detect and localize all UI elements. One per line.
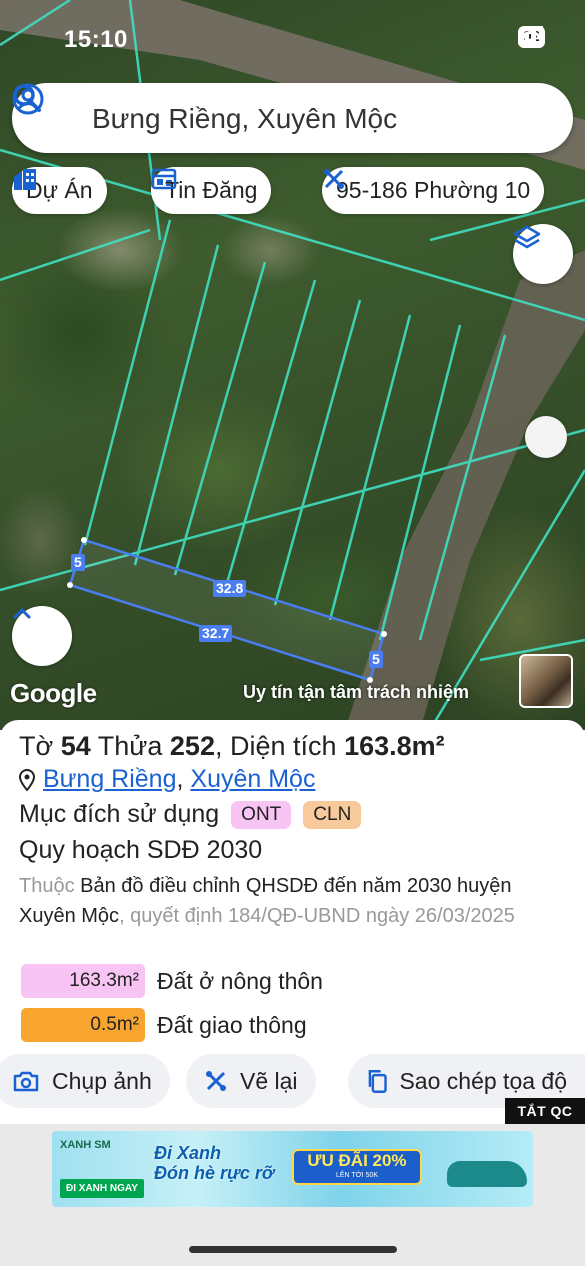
search-bar[interactable]: Bưng Riềng, Xuyên Mộc (12, 83, 573, 153)
chip-du-an[interactable]: Dự Án (12, 167, 107, 214)
purpose-tag-ont[interactable]: ONT (231, 800, 292, 829)
purpose-tag-cln[interactable]: CLN (303, 800, 362, 829)
dimension-top: 32.8 (213, 580, 247, 597)
dimension-left: 5 (71, 554, 85, 571)
land-use-area: 0.5m² (21, 1008, 145, 1042)
ad-promo: ƯU ĐÃI 20% LÊN TỚI 50K (292, 1149, 422, 1185)
home-indicator[interactable] (189, 1246, 397, 1253)
purpose-label: Mục đích sử dụng (19, 800, 220, 828)
plan-description: Thuộc Bản đồ điều chỉnh QHSDĐ đến năm 20… (19, 875, 515, 927)
map-handle[interactable] (525, 416, 567, 458)
land-use-row: 163.3m² Đất ở nông thôn (21, 964, 323, 998)
ad-car-image (447, 1161, 527, 1187)
parcel-location: Bưng Riềng, Xuyên Mộc (19, 765, 315, 794)
parcel-title: Tờ 54 Thửa 252, Diện tích 163.8m² (19, 731, 445, 761)
copy-icon (368, 1070, 387, 1093)
expand-up-button[interactable] (12, 606, 72, 666)
redraw-icon (206, 1071, 226, 1091)
camera-icon (13, 1071, 39, 1092)
google-logo: Google (10, 678, 97, 708)
status-icons: 92 (518, 26, 545, 48)
layers-button[interactable] (513, 224, 573, 284)
chip-label: Tin Đăng (165, 177, 258, 203)
map-watermark: Uy tín tận tâm trách nhiệm (243, 682, 470, 702)
satellite-map[interactable]: 5 32.8 32.7 5 15:10 92 Bưng Riềng, Xuyên… (0, 0, 585, 730)
ad-brand: XANH SM (60, 1139, 111, 1151)
district-link[interactable]: Xuyên Mộc (190, 765, 315, 793)
search-input[interactable]: Bưng Riềng, Xuyên Mộc (92, 103, 397, 135)
tools-icon (324, 169, 344, 189)
ward-link[interactable]: Bưng Riềng (43, 765, 176, 793)
ad-cta: ĐI XANH NGAY (60, 1179, 144, 1198)
land-use-label: Đất giao thông (157, 1011, 307, 1038)
land-use-label: Đất ở nông thôn (157, 967, 323, 994)
plan-title: Quy hoạch SDĐ 2030 (19, 836, 263, 864)
capture-label: Chụp ảnh (52, 1067, 152, 1094)
layers-icon (513, 225, 541, 249)
search-icon[interactable] (12, 83, 42, 113)
copy-coordinates-label: Sao chép tọa độ (399, 1067, 567, 1094)
chip-label: 95-186 Phường 10 (336, 177, 531, 203)
land-use-area: 163.3m² (21, 964, 145, 998)
dimension-right: 5 (369, 651, 383, 668)
building-icon (14, 169, 36, 190)
wifi-icon (518, 26, 545, 44)
capture-button[interactable]: Chụp ảnh (0, 1054, 170, 1108)
land-purpose: Mục đích sử dụng ONT CLN (19, 800, 362, 829)
land-use-row: 0.5m² Đất giao thông (21, 1008, 307, 1042)
redraw-button[interactable]: Vẽ lại (186, 1054, 316, 1108)
listing-icon (151, 168, 177, 190)
location-pin-icon (19, 768, 35, 791)
close-ad-button[interactable]: TẮT QC (505, 1098, 585, 1124)
chip-tin-dang[interactable]: Tin Đăng (151, 167, 272, 214)
ad-banner[interactable]: XANH SM ĐI XANH NGAY Đi Xanh Đón hè rực … (52, 1131, 533, 1207)
redraw-label: Vẽ lại (240, 1067, 298, 1094)
dimension-bottom: 32.7 (199, 625, 233, 642)
chevron-up-icon (13, 607, 31, 619)
chip-planning[interactable]: 95-186 Phường 10 (322, 167, 545, 214)
street-photo-thumbnail[interactable] (519, 654, 573, 708)
status-time: 15:10 (64, 26, 128, 53)
ad-headline: Đi Xanh Đón hè rực rỡ (154, 1143, 274, 1183)
